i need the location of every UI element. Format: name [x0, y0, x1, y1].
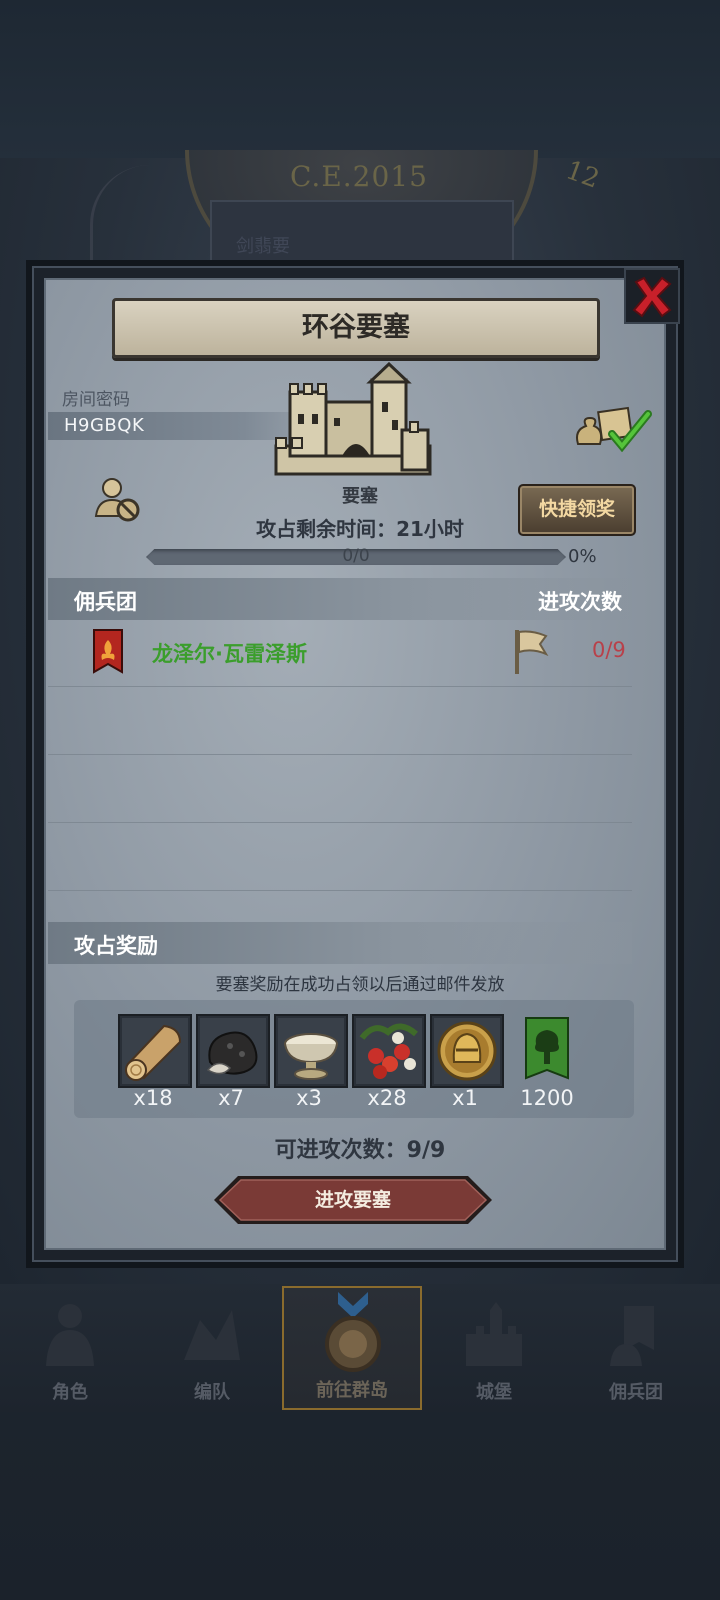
row-divider: [48, 822, 632, 823]
player-blocked-icon[interactable]: [94, 476, 142, 524]
reward-slot[interactable]: [274, 1014, 348, 1088]
mercenary-header: 佣兵团: [74, 590, 137, 614]
close-icon: [632, 276, 672, 318]
reward-slot[interactable]: [196, 1014, 270, 1088]
top-background: [0, 0, 720, 160]
mercenary-attack-count: 0/9: [592, 638, 626, 662]
nav-item-mercenary[interactable]: 佣兵团: [566, 1286, 706, 1410]
guild-tree-banner-icon[interactable]: [524, 1016, 570, 1082]
attacks-remaining: 可进攻次数：9/9: [274, 1138, 446, 1163]
row-divider: [48, 890, 632, 891]
nav-item-formation[interactable]: 编队: [142, 1286, 282, 1410]
nav-item-character[interactable]: 角色: [0, 1286, 140, 1410]
silver-bowl-icon: [278, 1018, 344, 1084]
reward-quantity: x28: [367, 1086, 407, 1110]
nav-label: 城堡: [476, 1382, 512, 1403]
title-banner: 环谷要塞: [112, 298, 600, 358]
background-plaque-text: 剑翡要: [236, 236, 290, 257]
truffle-icon: [200, 1018, 266, 1084]
row-divider: [48, 686, 632, 687]
castle-icon: [274, 362, 432, 476]
row-divider: [48, 754, 632, 755]
attack-button-label: 进攻要塞: [314, 1189, 391, 1211]
reward-slot[interactable]: [118, 1014, 192, 1088]
nav-label: 前往群岛: [316, 1380, 388, 1401]
character-icon: [46, 1304, 94, 1366]
mercenary-name[interactable]: 龙泽尔·瓦雷泽斯: [152, 638, 307, 668]
reward-quantity: x7: [218, 1086, 244, 1110]
reward-slot[interactable]: [352, 1014, 426, 1088]
reward-quantity: x3: [296, 1086, 322, 1110]
nav-label: 角色: [52, 1382, 88, 1403]
rewards-header: 攻占奖励: [74, 934, 158, 958]
mercenary-banner-icon: [93, 629, 123, 674]
quick-claim-label: 快捷领奖: [538, 498, 615, 520]
wood-log-icon: [122, 1018, 188, 1084]
reward-quantity: x18: [133, 1086, 173, 1110]
mercenary-nav-icon: [610, 1306, 654, 1366]
background-year: C.E.2015: [290, 160, 428, 193]
room-code-label: 房间密码: [62, 390, 130, 410]
bottom-background: [0, 1412, 720, 1600]
quick-claim-button[interactable]: 快捷领奖: [518, 484, 636, 536]
nav-item-islands[interactable]: 前往群岛: [282, 1286, 422, 1410]
capture-progress-text: 0/0: [342, 546, 370, 566]
reward-quantity: 1200: [520, 1086, 574, 1110]
nav-label: 编队: [194, 1382, 230, 1403]
page-title: 环谷要塞: [302, 312, 410, 343]
attack-count-header: 进攻次数: [538, 590, 622, 614]
castle-nav-icon: [466, 1302, 522, 1366]
reward-quantity: x1: [452, 1086, 478, 1110]
close-button[interactable]: [624, 268, 680, 324]
berries-icon: [356, 1018, 422, 1084]
nav-item-castle[interactable]: 城堡: [424, 1286, 564, 1410]
rewards-note: 要塞奖励在成功占领以后通过邮件发放: [215, 975, 505, 995]
reward-slot[interactable]: [430, 1014, 504, 1088]
attack-fortress-button[interactable]: 进攻要塞: [212, 1174, 494, 1226]
room-code[interactable]: H9GBQK: [64, 415, 144, 436]
capture-progress-percent: 0%: [568, 546, 597, 567]
islands-compass-icon: [325, 1292, 381, 1372]
reward-bag-check-icon[interactable]: [572, 404, 654, 452]
knight-helmet-coin-icon: [434, 1018, 500, 1084]
formation-icon: [184, 1310, 240, 1360]
flag-icon: [515, 630, 549, 674]
nav-label: 佣兵团: [609, 1382, 663, 1403]
